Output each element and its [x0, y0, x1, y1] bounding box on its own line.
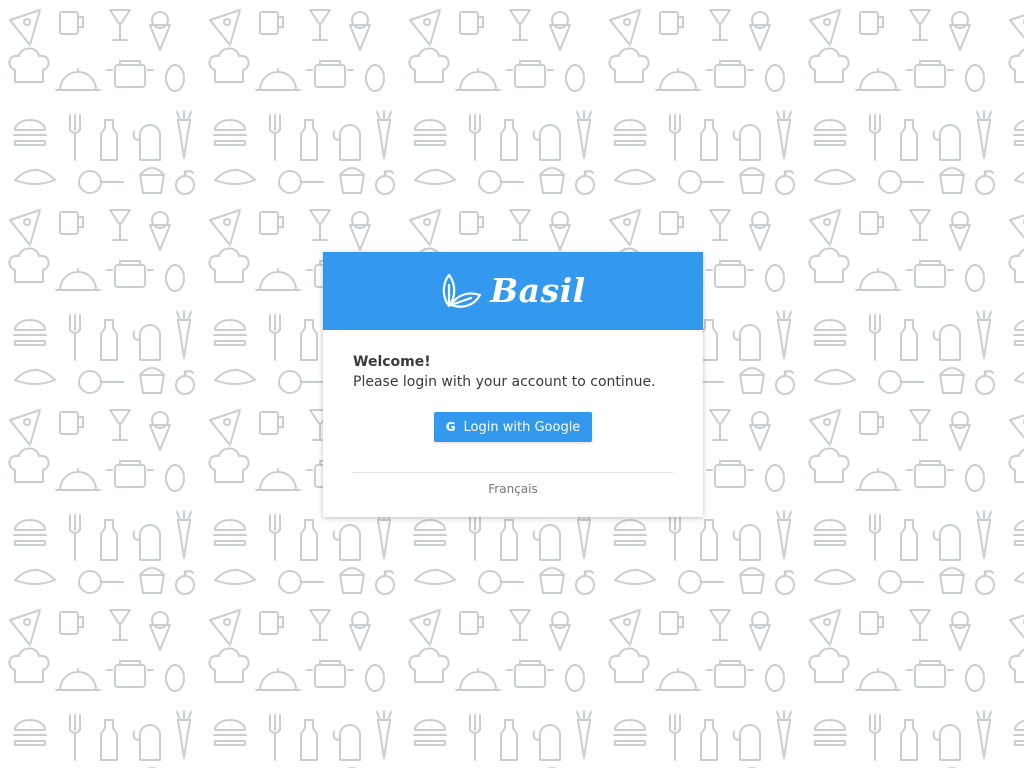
language-switch-link[interactable]: Français: [353, 482, 673, 496]
basil-leaf-icon: [442, 273, 482, 308]
login-with-google-label: Login with Google: [463, 419, 581, 435]
card-header: Basil: [323, 252, 703, 330]
welcome-title: Welcome!: [353, 354, 431, 370]
login-card: Basil Welcome! Please login with your ac…: [323, 252, 703, 517]
brand-logo-text: Basil: [490, 270, 586, 310]
card-body: Welcome! Please login with your account …: [323, 330, 703, 496]
welcome-message: Please login with your account to contin…: [353, 374, 656, 390]
divider: [353, 472, 673, 473]
login-button-row: G Login with Google: [353, 412, 673, 442]
login-with-google-button[interactable]: G Login with Google: [433, 412, 593, 442]
google-icon: G: [445, 420, 456, 434]
